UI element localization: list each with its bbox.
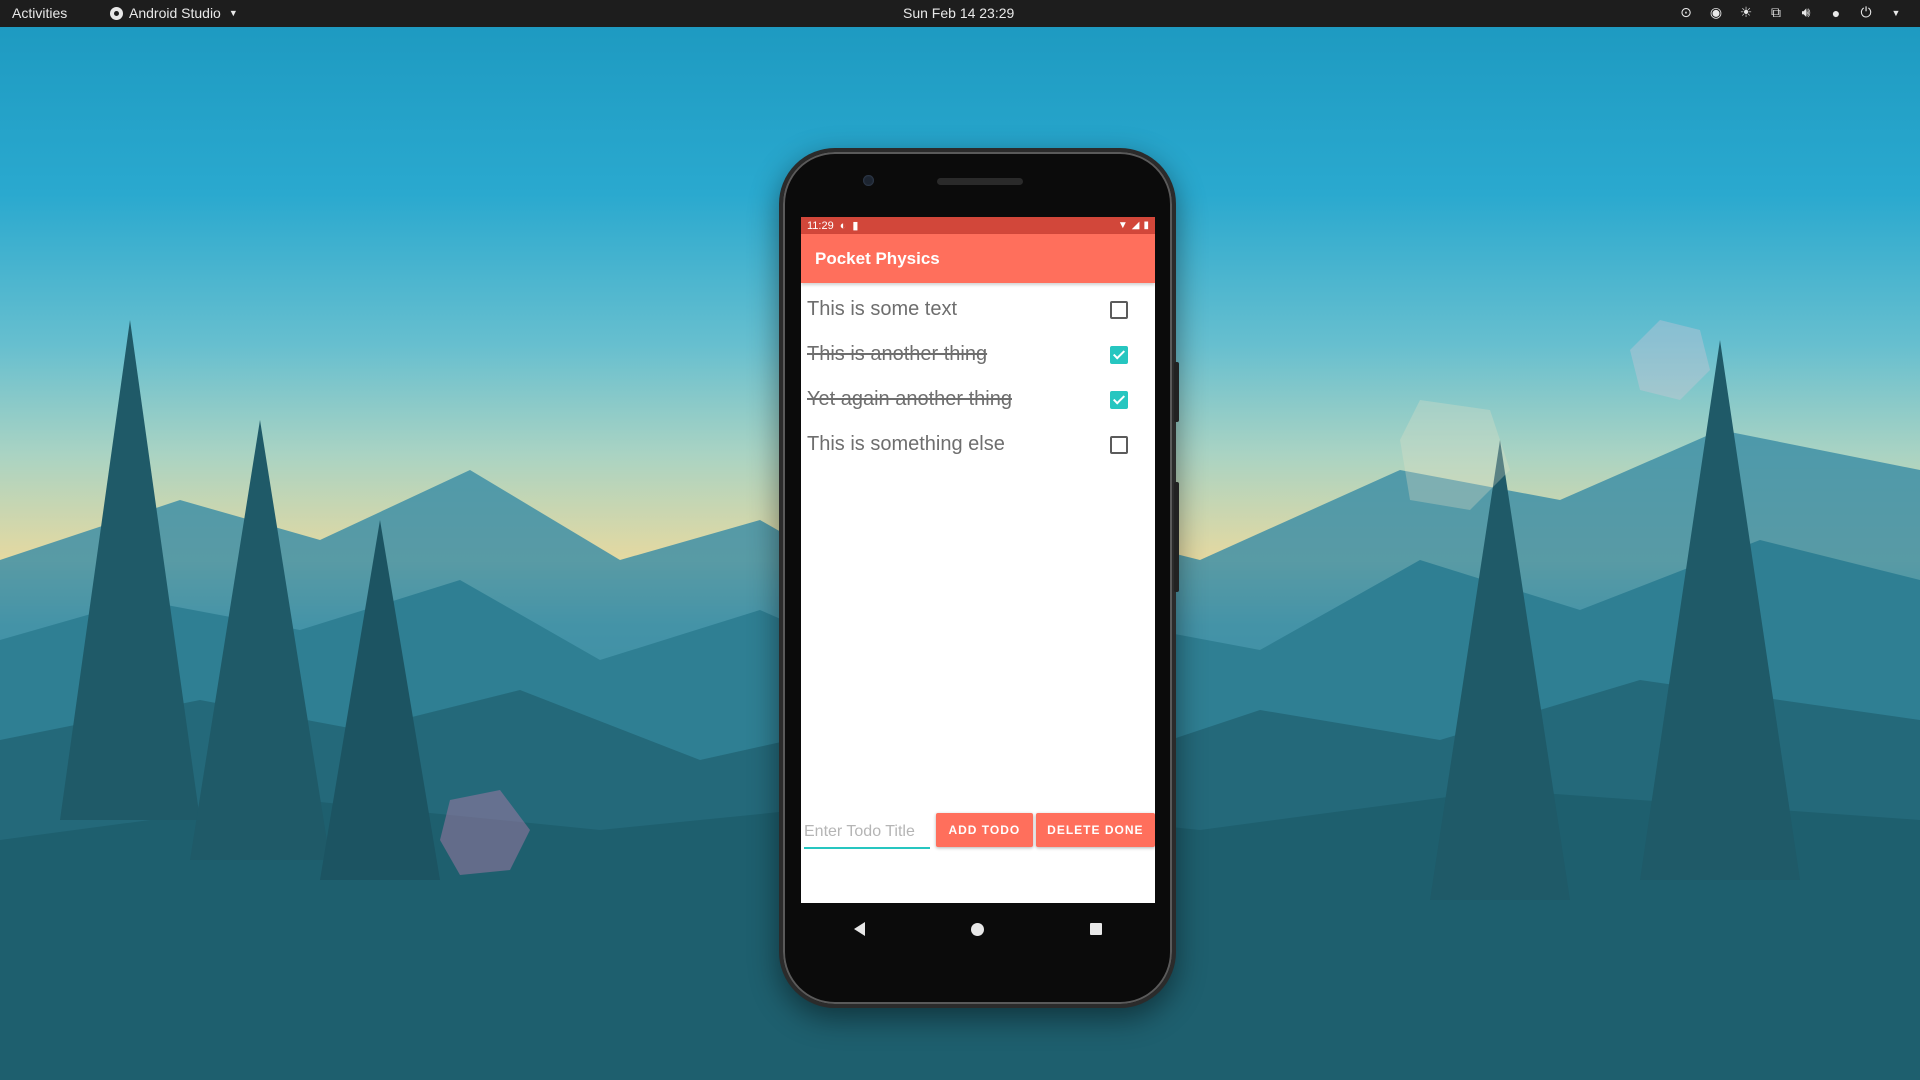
wifi-icon: ▼ — [1117, 220, 1128, 231]
network-icon[interactable]: ⧉ — [1768, 4, 1784, 21]
app-menu-label: Android Studio — [129, 5, 221, 21]
microphone-icon[interactable]: ● — [1828, 5, 1844, 21]
gnome-top-bar: Activities Android Studio ▼ Sun Feb 14 2… — [0, 0, 1920, 27]
todo-item[interactable]: This is something else — [801, 422, 1155, 467]
front-camera — [863, 175, 874, 186]
todo-list: This is some text This is another thing … — [801, 283, 1155, 467]
todo-item[interactable]: Yet again another thing — [801, 377, 1155, 422]
earpiece-speaker — [937, 178, 1023, 185]
android-studio-icon — [110, 6, 123, 20]
activities-button[interactable]: Activities — [12, 5, 67, 21]
back-icon[interactable] — [854, 922, 865, 936]
sd-card-icon: ▮ — [852, 220, 859, 232]
phone-screen: 11:29 ◐ ▮ ▼ ◢ ▮ Pocket Physics This is s… — [801, 217, 1155, 903]
recents-icon[interactable] — [1090, 923, 1102, 935]
battery-icon: ▮ — [1143, 220, 1149, 231]
chevron-down-icon: ▼ — [228, 8, 238, 18]
home-icon[interactable] — [971, 922, 984, 936]
delete-done-button[interactable]: DELETE DONE — [1035, 813, 1155, 847]
todo-title-input[interactable] — [804, 811, 930, 849]
signal-icon: ◢ — [1131, 220, 1140, 231]
add-todo-row: ADD TODO DELETE DONE — [801, 810, 1155, 850]
android-status-bar: 11:29 ◐ ▮ ▼ ◢ ▮ — [801, 217, 1155, 234]
todo-item[interactable]: This is another thing — [801, 332, 1155, 377]
add-todo-button[interactable]: ADD TODO — [936, 813, 1033, 847]
android-emulator-phone: 11:29 ◐ ▮ ▼ ◢ ▮ Pocket Physics This is s… — [779, 148, 1179, 1008]
todo-item[interactable]: This is some text — [801, 287, 1155, 332]
clock[interactable]: Sun Feb 14 23:29 — [903, 5, 1014, 21]
todo-text: This is another thing — [807, 343, 988, 365]
status-time: 11:29 — [807, 219, 834, 232]
notification-icon: ◐ — [839, 219, 847, 232]
todo-checkbox[interactable] — [1110, 345, 1128, 364]
brightness-icon[interactable]: ☀ — [1738, 4, 1754, 21]
steam-icon[interactable]: ◉ — [1708, 4, 1724, 21]
todo-checkbox[interactable] — [1110, 300, 1128, 319]
todo-text: This is some text — [807, 298, 958, 320]
system-tray: ⊙ ◉ ☀ ⧉ 🔊︎ ● ⏻ ▼ — [1678, 4, 1904, 21]
power-button[interactable] — [1174, 362, 1179, 422]
volume-icon[interactable]: 🔊︎ — [1798, 4, 1814, 21]
app-toolbar: Pocket Physics — [801, 234, 1155, 283]
app-menu[interactable]: Android Studio ▼ — [110, 5, 238, 21]
volume-rocker[interactable] — [1174, 482, 1179, 592]
todo-checkbox[interactable] — [1110, 435, 1128, 454]
menu-caret-icon[interactable]: ▼ — [1888, 8, 1904, 18]
todo-checkbox[interactable] — [1110, 390, 1128, 409]
discord-icon[interactable]: ⊙ — [1678, 4, 1694, 21]
power-icon[interactable]: ⏻ — [1858, 4, 1874, 21]
app-title: Pocket Physics — [815, 248, 940, 268]
todo-text: Yet again another thing — [807, 388, 1012, 410]
android-nav-bar — [801, 904, 1155, 954]
todo-text: This is something else — [807, 433, 1005, 455]
